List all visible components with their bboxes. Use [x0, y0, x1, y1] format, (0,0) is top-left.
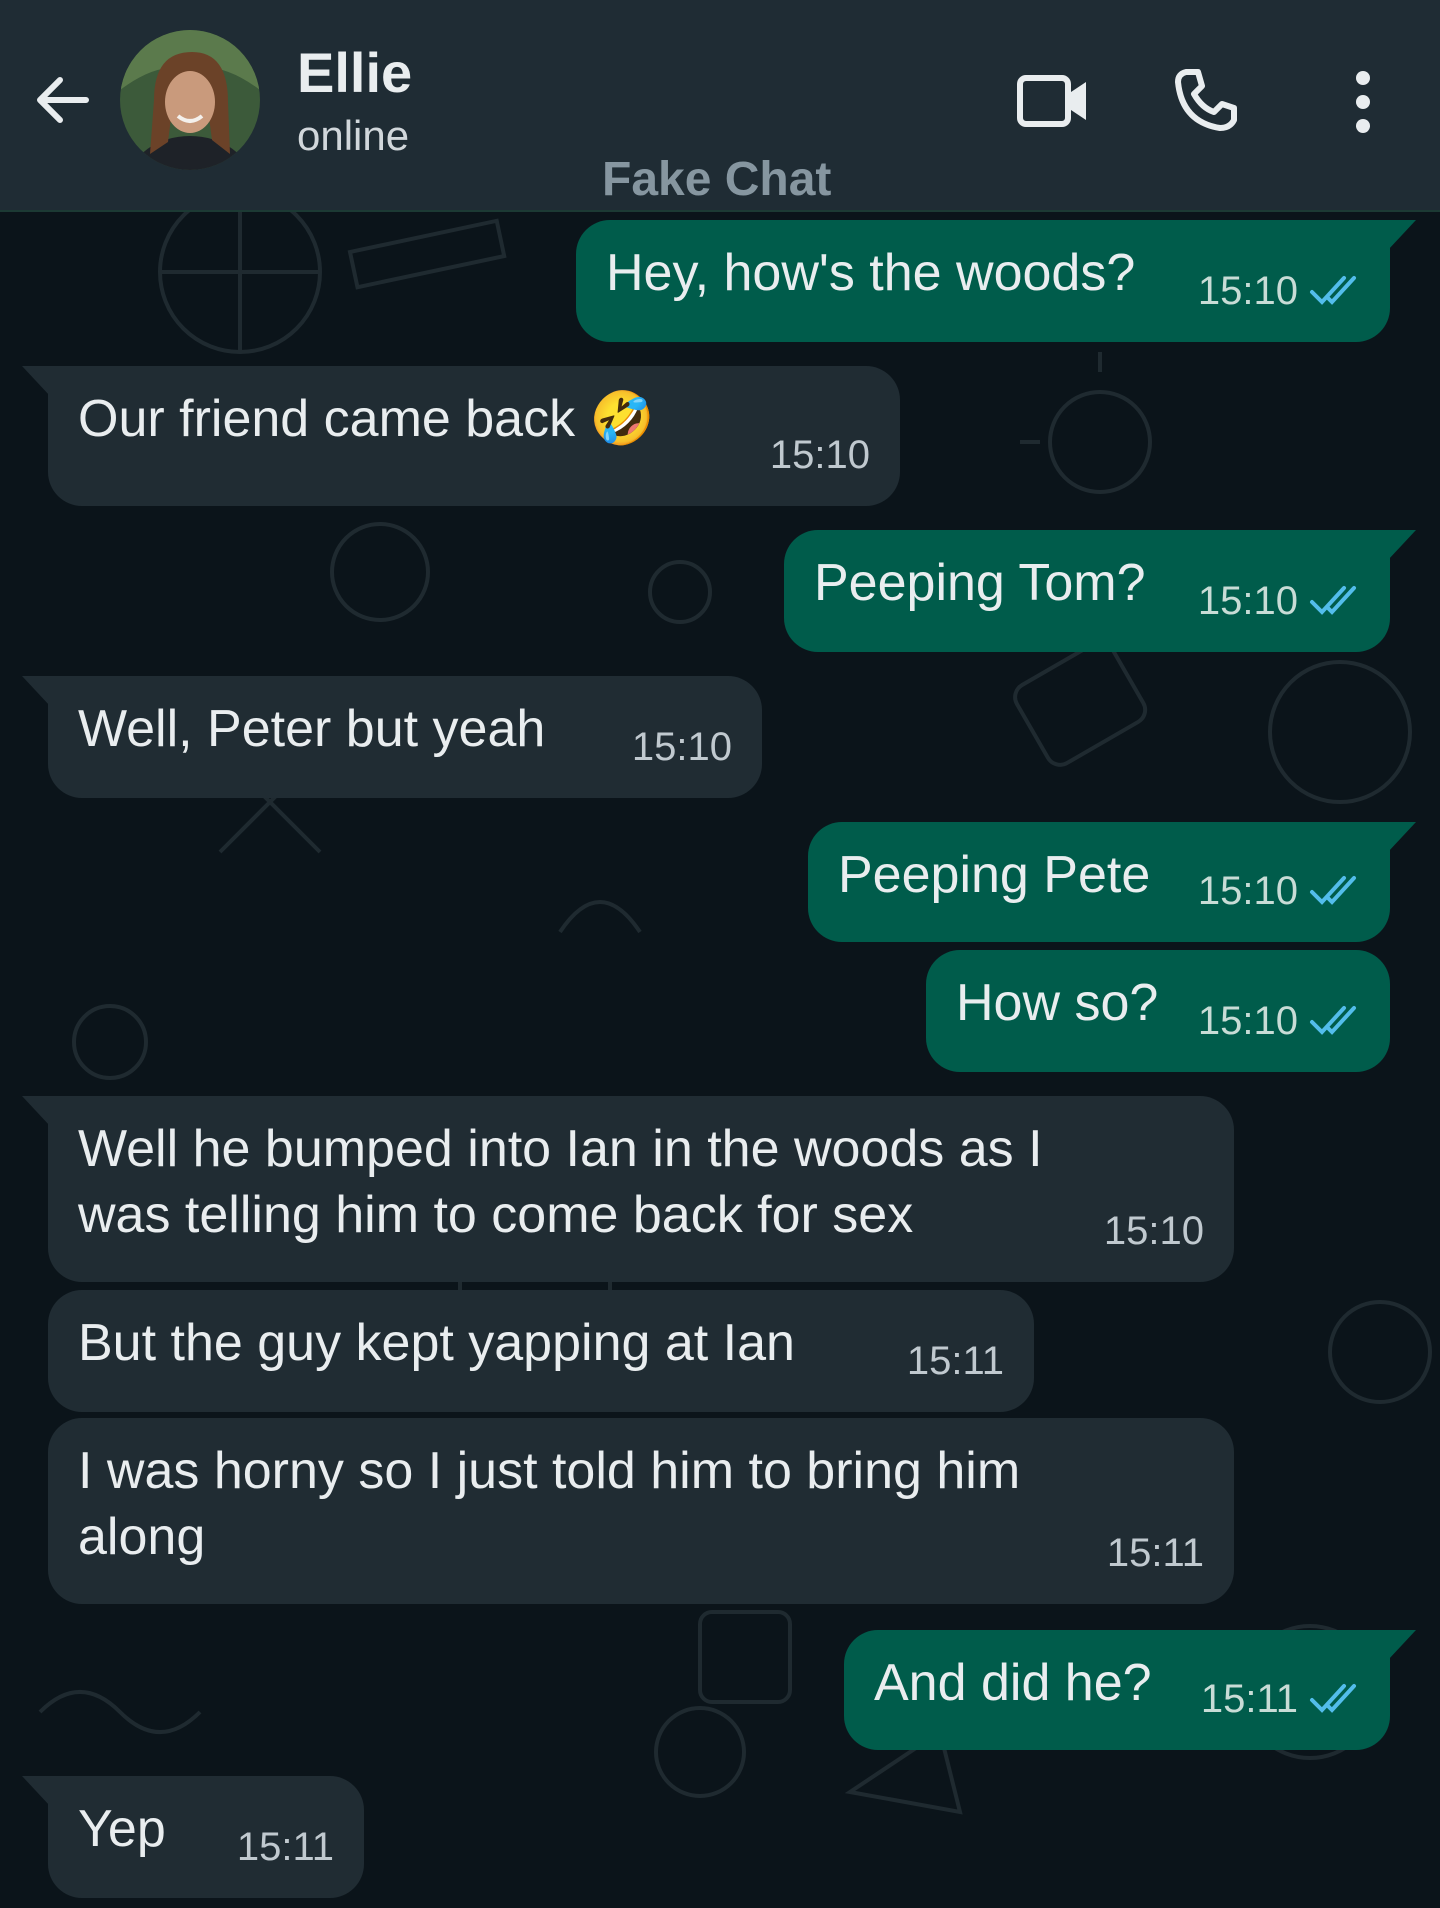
message-text: I was horny so I just told him to bring … — [78, 1442, 1035, 1566]
message-time: 15:11 — [906, 1339, 1004, 1383]
message-text: Our friend came back 🤣 — [78, 390, 655, 448]
message-bubble-outgoing[interactable]: Peeping Pete 15:10 — [808, 822, 1416, 942]
contact-name: Ellie — [297, 41, 413, 104]
message-time: 15:10 — [1197, 869, 1298, 913]
message-bubble-incoming[interactable]: Yep 15:11 — [22, 1776, 364, 1898]
contact-status: online — [297, 112, 410, 159]
message-bubble-incoming[interactable]: Well he bumped into Ian in the woods as … — [22, 1096, 1234, 1282]
watermark: Fake Chat — [602, 153, 832, 206]
more-options-icon[interactable] — [1348, 68, 1378, 138]
message-text: Well, Peter but yeah — [78, 700, 546, 758]
message-text: Well he bumped into Ian in the woods as … — [78, 1120, 1057, 1244]
message-bubble-incoming[interactable]: Our friend came back 🤣 15:10 — [22, 366, 900, 506]
voice-call-icon[interactable] — [1172, 66, 1240, 134]
read-ticks-icon — [1310, 1684, 1356, 1713]
message-bubble-outgoing[interactable]: And did he? 15:11 — [844, 1630, 1416, 1750]
message-time: 15:11 — [1200, 1677, 1298, 1721]
message-time: 15:10 — [1197, 999, 1298, 1043]
message-bubble-outgoing[interactable]: Peeping Tom? 15:10 — [784, 530, 1416, 652]
message-text: Hey, how's the woods? — [606, 244, 1136, 302]
message-bubble-incoming[interactable]: But the guy kept yapping at Ian 15:11 — [48, 1290, 1034, 1412]
message-bubble-outgoing[interactable]: How so? 15:10 — [926, 950, 1390, 1072]
message-text: Peeping Tom? — [814, 554, 1146, 612]
message-text: How so? — [956, 974, 1159, 1032]
message-time: 15:10 — [769, 433, 870, 477]
chat-header: Ellie online Fake Chat — [0, 0, 1440, 212]
read-ticks-icon — [1310, 876, 1356, 905]
read-ticks-icon — [1310, 586, 1356, 615]
message-time: 15:10 — [1197, 579, 1298, 623]
message-text: But the guy kept yapping at Ian — [78, 1314, 795, 1372]
message-bubble-incoming[interactable]: Well, Peter but yeah 15:10 — [22, 676, 762, 798]
message-time: 15:10 — [1197, 269, 1298, 313]
message-text: And did he? — [874, 1654, 1152, 1712]
message-text: Yep — [78, 1800, 166, 1858]
message-time: 15:10 — [1103, 1209, 1204, 1253]
read-ticks-icon — [1310, 276, 1356, 305]
message-time: 15:11 — [236, 1825, 334, 1869]
message-time: 15:11 — [1106, 1531, 1204, 1575]
read-ticks-icon — [1310, 1006, 1356, 1035]
contact-avatar[interactable] — [120, 30, 260, 170]
video-call-icon[interactable] — [1016, 72, 1090, 130]
back-arrow-icon[interactable] — [30, 68, 94, 132]
message-text: Peeping Pete — [838, 846, 1151, 904]
message-time: 15:10 — [631, 725, 732, 769]
message-bubble-incoming[interactable]: I was horny so I just told him to bring … — [48, 1418, 1234, 1604]
message-bubble-outgoing[interactable]: Hey, how's the woods? 15:10 — [576, 220, 1416, 342]
